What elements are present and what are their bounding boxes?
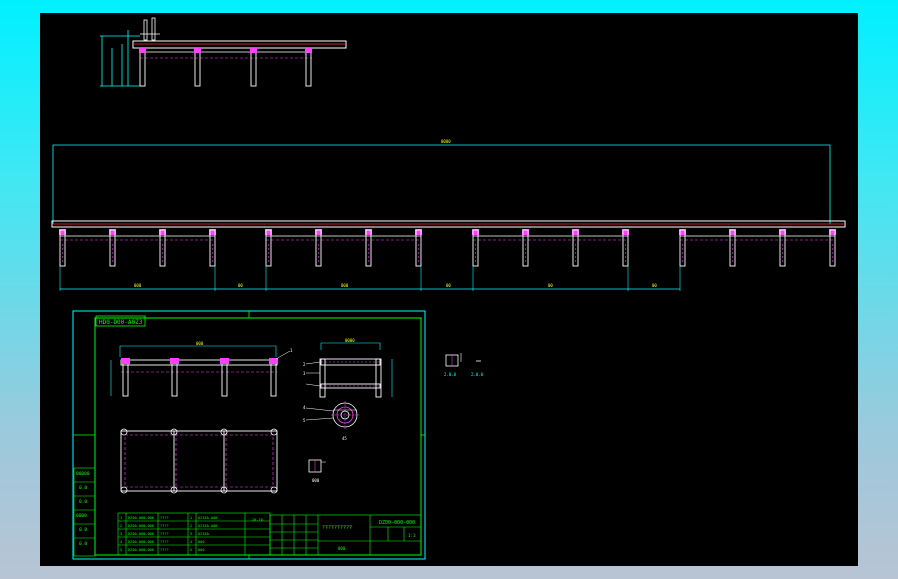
- leader-label: 5: [303, 418, 306, 423]
- span-label: 000: [341, 283, 349, 288]
- bom-cell-code: DZ00-000-000: [128, 532, 154, 536]
- detail-front-view: 000 1: [110, 341, 293, 397]
- bom-cell-code: DZ00-000-000: [128, 524, 154, 528]
- span-label: 00: [238, 283, 243, 288]
- detail-wheel: 4 5 45: [303, 401, 359, 441]
- detail-side-view: 0000 2 3: [303, 338, 393, 398]
- bom-cell-name: ????: [160, 524, 169, 528]
- material-label: 000: [338, 546, 346, 551]
- bom-cell-no: 5: [120, 548, 122, 552]
- right-label: 2.0.0: [471, 372, 484, 377]
- hole-label: 45: [342, 436, 347, 441]
- date-label: 20-70: [252, 518, 263, 522]
- bom-cell-mat: Q235A: [198, 532, 210, 536]
- drawing-number: DZ00-000-000: [379, 520, 415, 526]
- side-dimension: 0000: [345, 338, 355, 343]
- scale-label: 1:1: [408, 533, 416, 538]
- strip-label: 00000: [76, 471, 90, 477]
- leader-label: 1: [290, 348, 293, 353]
- bom-cell-mat: 000: [198, 548, 205, 552]
- bom-cell-no: 3: [120, 532, 122, 536]
- detail-small-bracket: 000: [308, 459, 326, 483]
- bom-cell-qty: 5: [190, 548, 192, 552]
- top-side-view: [100, 17, 347, 87]
- leader-label: 4: [303, 405, 306, 410]
- detail-dimension: 000: [196, 341, 204, 346]
- cad-drawing-canvas[interactable]: 00 00 000 00 000 00 00 00 HD0-D00-A0Z3 00…: [0, 0, 898, 579]
- span-dimension-labels: 000 00 000 00 00 00: [134, 283, 657, 288]
- frame-module: [472, 229, 629, 291]
- bom-cell-name: ????: [160, 540, 169, 544]
- bom-cell-no: 1: [120, 516, 122, 520]
- span-label: 00: [652, 283, 657, 288]
- strip-label: 0.0: [79, 499, 87, 505]
- bom-cell-qty: 2: [190, 524, 192, 528]
- bom-text: 1 DZ00-000-000???? 1 Q235A-A00 2 DZ00-000-000…: [120, 516, 217, 552]
- part-number-label: HD0-D00-A0Z3: [99, 319, 143, 326]
- right-annotations: 2.0.0 2.0.0: [444, 353, 484, 377]
- detail-sheet: HD0-D00-A0Z3 00000 0.0 0.0 0000 0.0 0.0: [72, 310, 426, 560]
- bom-cell-name: ????: [160, 516, 169, 520]
- bom-cell-mat: Q235A-A00: [198, 516, 217, 520]
- bom-cell-code: DZ00-000-000: [128, 516, 154, 520]
- span-label: 00: [548, 283, 553, 288]
- bom-cell-qty: 3: [190, 532, 192, 536]
- bom-cell-no: 2: [120, 524, 122, 528]
- bom-cell-qty: 4: [190, 540, 192, 544]
- right-label: 2.0.0: [444, 372, 457, 377]
- drawing-title: ??????????: [322, 525, 352, 531]
- strip-label: 0000: [76, 513, 87, 519]
- bom-cell-name: ????: [160, 532, 169, 536]
- leader-label: 2: [303, 362, 306, 367]
- span-label: 00: [446, 283, 451, 288]
- main-long-view: 00 00: [51, 139, 846, 291]
- top-dimension-text: 0000: [441, 139, 451, 144]
- detail-top-view: [120, 428, 278, 494]
- bom-cell-code: DZ00-000-000: [128, 548, 154, 552]
- frame-modules: [59, 229, 836, 291]
- small-label: 000: [312, 478, 320, 483]
- bom-cell-name: ????: [160, 548, 169, 552]
- bom-cell-code: DZ00-000-000: [128, 540, 154, 544]
- bom-cell-no: 4: [120, 540, 122, 544]
- bom-cell-mat: 000: [198, 540, 205, 544]
- bom-cell-qty: 1: [190, 516, 192, 520]
- frame-module: [679, 229, 836, 291]
- strip-label: 0.0: [79, 527, 87, 533]
- strip-label: 0.0: [79, 541, 87, 547]
- strip-label: 0.0: [79, 485, 87, 491]
- bom-cell-mat: Q235A-A00: [198, 524, 217, 528]
- leader-label: 3: [303, 371, 306, 376]
- span-label: 000: [134, 283, 142, 288]
- frame-module: [265, 229, 422, 291]
- frame-module: [59, 229, 216, 291]
